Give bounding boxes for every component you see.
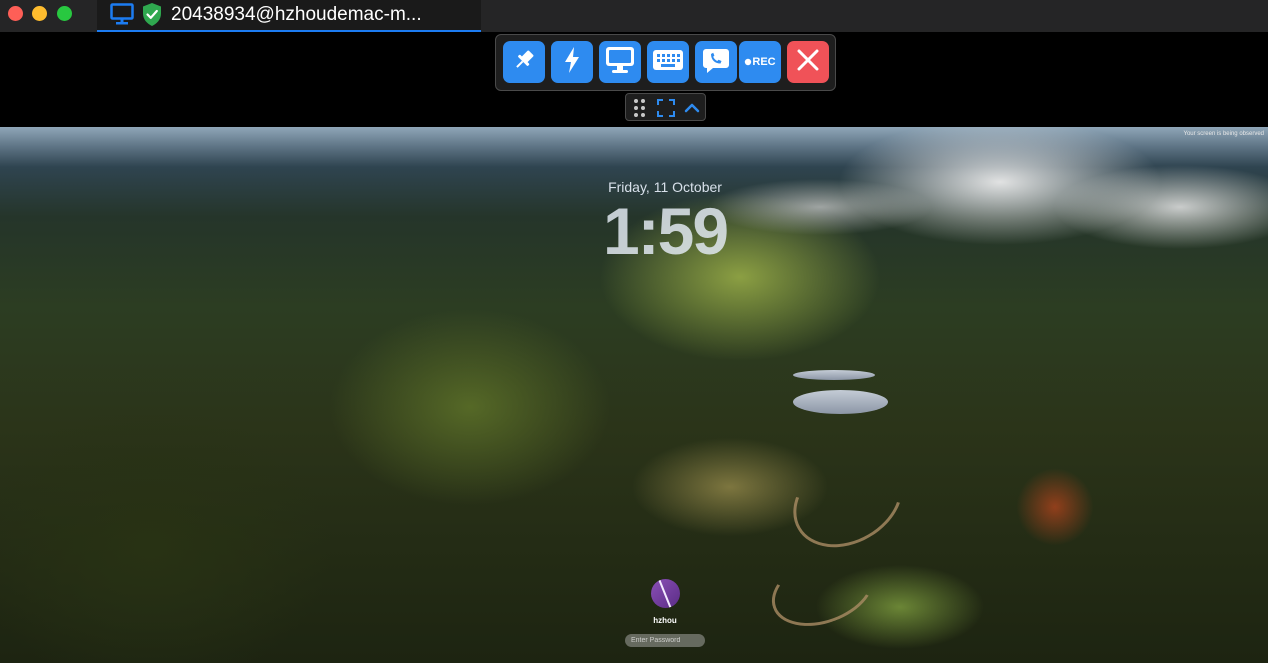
record-dot-icon	[744, 53, 752, 71]
password-field[interactable]	[625, 634, 705, 647]
lightning-icon	[561, 46, 583, 79]
keyboard-button[interactable]	[647, 41, 689, 83]
record-label: REC	[752, 56, 776, 68]
lightning-button[interactable]	[551, 41, 593, 83]
display-icon	[603, 44, 637, 81]
remote-screen[interactable]: Your screen is being observed Friday, 11…	[0, 127, 1268, 663]
chat-phone-icon	[702, 46, 730, 79]
shield-check-icon	[141, 2, 163, 32]
lock-time: 1:59	[602, 194, 729, 268]
fullscreen-icon[interactable]	[657, 99, 675, 122]
road	[776, 433, 920, 567]
minimize-window-button[interactable]	[32, 6, 47, 21]
close-icon	[797, 49, 819, 76]
zoom-window-button[interactable]	[57, 6, 72, 21]
toolbar-mini-bar	[625, 93, 706, 121]
avatar[interactable]	[651, 579, 680, 608]
observed-notice: Your screen is being observed	[1183, 131, 1265, 137]
lake	[793, 370, 875, 380]
username: hzhou	[653, 616, 677, 625]
remote-toolbar: REC	[495, 34, 836, 91]
pin-button[interactable]	[503, 41, 545, 83]
lake	[793, 390, 888, 414]
road	[761, 540, 885, 640]
chat-call-button[interactable]	[695, 41, 737, 83]
title-bar: 20438934@hzhoudemac-m...	[0, 0, 1268, 32]
keyboard-icon	[652, 49, 684, 76]
record-button[interactable]: REC	[739, 41, 781, 83]
tab-title: 20438934@hzhoudemac-m...	[171, 4, 422, 25]
monitor-icon	[110, 3, 134, 30]
close-window-button[interactable]	[8, 6, 23, 21]
display-button[interactable]	[599, 41, 641, 83]
drag-handle-icon[interactable]	[633, 98, 647, 123]
chevron-up-icon[interactable]	[683, 99, 701, 122]
close-button[interactable]	[787, 41, 829, 83]
pin-icon	[511, 47, 537, 78]
session-tab[interactable]: 20438934@hzhoudemac-m...	[97, 0, 481, 32]
